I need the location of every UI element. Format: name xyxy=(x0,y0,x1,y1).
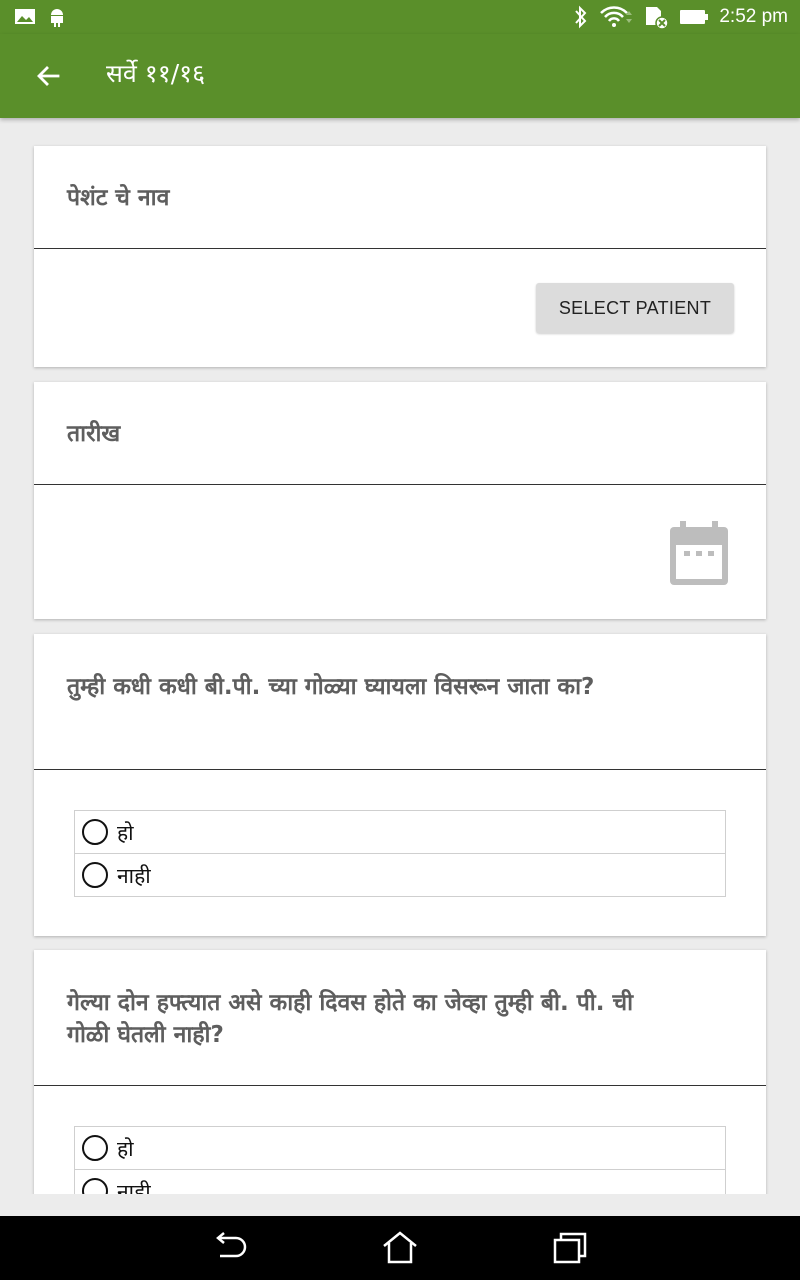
date-card-header: तारीख xyxy=(34,382,766,485)
question-1-options: हो नाही xyxy=(74,810,726,897)
radio-button[interactable] xyxy=(82,862,108,888)
gallery-icon xyxy=(15,9,35,24)
app-bar: सर्वे ११/१६ xyxy=(0,34,800,118)
navigation-bar xyxy=(0,1216,800,1280)
question-1-body: हो नाही xyxy=(34,770,766,936)
recents-nav-icon[interactable] xyxy=(550,1230,590,1266)
calendar-icon[interactable] xyxy=(668,519,730,587)
question-1-label: तुम्ही कधी कधी बी.पी. च्या गोळ्या घ्यायल… xyxy=(67,674,595,700)
question-2-header: गेल्या दोन हफ्त्यात असे काही दिवस होते क… xyxy=(34,950,766,1086)
question-2-label: गेल्या दोन हफ्त्यात असे काही दिवस होते क… xyxy=(67,990,634,1048)
patient-card: पेशंट चे नाव SELECT PATIENT xyxy=(34,146,766,367)
page-title: सर्वे ११/१६ xyxy=(106,59,206,88)
patient-card-header: पेशंट चे नाव xyxy=(34,146,766,249)
option-no[interactable]: नाही xyxy=(74,853,726,897)
date-card-body xyxy=(34,485,766,619)
patient-card-body: SELECT PATIENT xyxy=(34,249,766,367)
question-card-1: तुम्ही कधी कधी बी.पी. च्या गोळ्या घ्यायल… xyxy=(34,634,766,936)
question-1-header: तुम्ही कधी कधी बी.पी. च्या गोळ्या घ्यायल… xyxy=(34,634,766,770)
radio-button[interactable] xyxy=(82,1135,108,1161)
option-label: नाही xyxy=(117,864,151,888)
arrow-left-icon[interactable] xyxy=(30,60,66,92)
status-bar: 2:52 pm xyxy=(0,0,800,34)
radio-button[interactable] xyxy=(82,1178,108,1194)
android-icon xyxy=(51,9,63,27)
option-label: नाही xyxy=(117,1180,151,1194)
sd-card-icon xyxy=(646,7,670,29)
wifi-icon xyxy=(600,6,633,27)
bluetooth-icon xyxy=(575,5,587,29)
option-yes[interactable]: हो xyxy=(74,810,726,854)
option-label: हो xyxy=(117,1137,134,1161)
date-label: तारीख xyxy=(67,421,121,447)
clock: 2:52 pm xyxy=(719,6,788,27)
question-2-body: हो नाही xyxy=(34,1086,766,1194)
battery-icon xyxy=(680,10,709,24)
option-label: हो xyxy=(117,821,134,845)
home-nav-icon[interactable] xyxy=(380,1230,420,1266)
option-yes[interactable]: हो xyxy=(74,1126,726,1170)
option-no[interactable]: नाही xyxy=(74,1169,726,1194)
question-card-2: गेल्या दोन हफ्त्यात असे काही दिवस होते क… xyxy=(34,950,766,1194)
question-2-options: हो नाही xyxy=(74,1126,726,1194)
radio-button[interactable] xyxy=(82,819,108,845)
back-nav-icon[interactable] xyxy=(210,1230,250,1266)
patient-name-label: पेशंट चे नाव xyxy=(67,185,170,211)
date-card: तारीख xyxy=(34,382,766,619)
survey-form[interactable]: पेशंट चे नाव SELECT PATIENT तारीख तुम्ही… xyxy=(0,118,800,1194)
select-patient-button[interactable]: SELECT PATIENT xyxy=(536,283,734,333)
